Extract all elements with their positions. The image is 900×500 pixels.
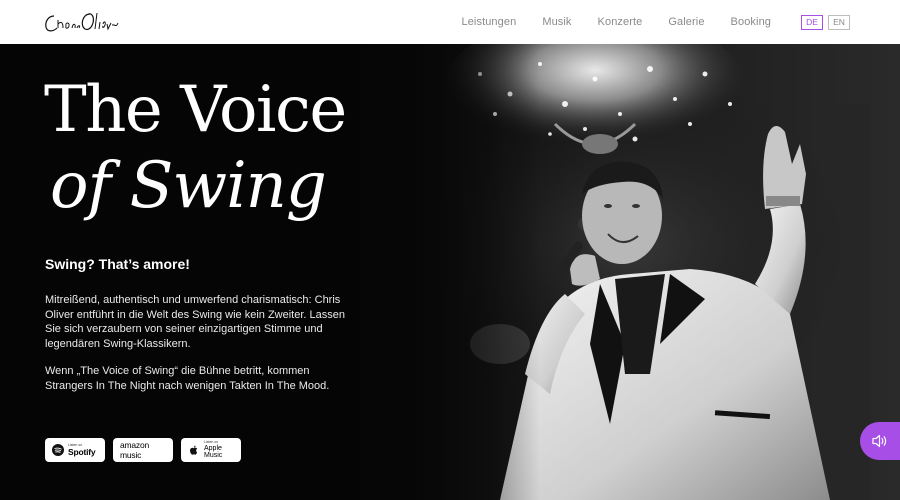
nav-galerie[interactable]: Galerie [668,16,704,28]
photo-fade-overlay [340,44,540,500]
apple-music-button[interactable]: Listen on Apple Music [181,438,241,462]
spotify-button[interactable]: Listen on Spotify [45,438,105,462]
audio-toggle-button[interactable] [860,422,900,460]
nav-konzerte[interactable]: Konzerte [598,16,643,28]
apple-small-label: Listen on [204,439,219,444]
nav-leistungen[interactable]: Leistungen [461,16,516,28]
main-nav: Leistungen Musik Konzerte Galerie Bookin… [461,0,900,44]
streaming-badges: Listen on Spotify amazon music Listen on… [45,438,241,462]
hero-title-line1: The Voice [44,73,347,147]
hero-title-line2: of Swing [50,149,327,223]
spotify-icon [52,444,64,456]
amazon-music-button[interactable]: amazon music [113,438,173,462]
nav-booking[interactable]: Booking [731,16,771,28]
lang-en-button[interactable]: EN [828,14,850,30]
apple-music-label: Apple Music [204,445,223,460]
hero-tagline: Swing? That’s amore! [45,256,190,272]
logo[interactable] [44,8,120,36]
language-switcher: DE EN [801,14,850,30]
speaker-icon [872,434,887,448]
hero-paragraph-1: Mitreißend, authentisch und umwerfend ch… [45,294,345,350]
apple-icon [190,445,198,455]
lang-de-button[interactable]: DE [801,14,823,30]
hero-section: The Voice of Swing Swing? That’s amore! … [0,44,900,500]
site-header: Leistungen Musik Konzerte Galerie Bookin… [0,0,900,44]
amazon-music-label: amazon music [120,440,150,460]
hero-paragraph-2: Wenn „The Voice of Swing“ die Bühne betr… [45,365,330,392]
nav-musik[interactable]: Musik [542,16,571,28]
spotify-label: Spotify [68,447,96,457]
signature-logo-icon [45,12,119,32]
